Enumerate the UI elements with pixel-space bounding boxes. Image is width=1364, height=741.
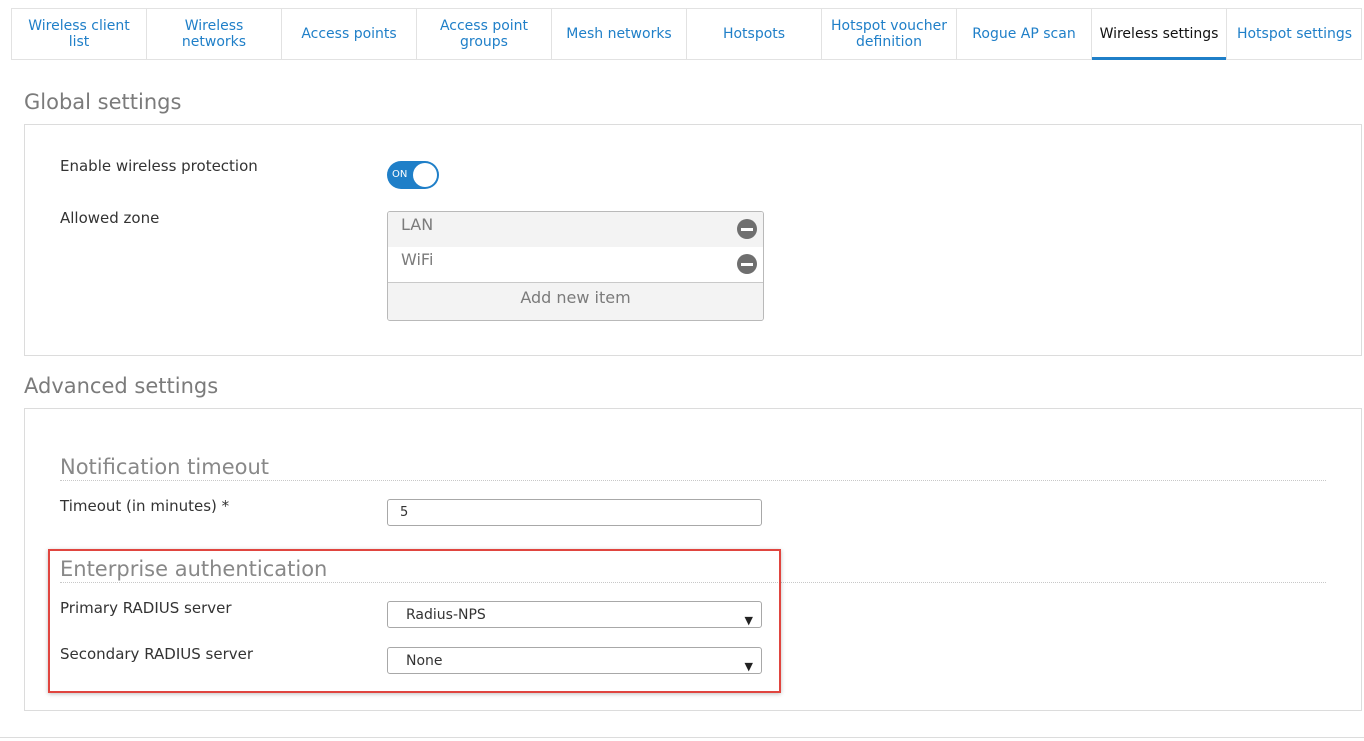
timeout-input[interactable]: 5 xyxy=(387,499,762,526)
timeout-label: Timeout (in minutes) * xyxy=(60,497,230,515)
tab-hotspot-voucher-definition[interactable]: Hotspot voucher definition xyxy=(822,9,957,59)
list-item: LAN xyxy=(388,212,763,247)
wireless-protection-toggle[interactable]: ON xyxy=(387,161,439,189)
tab-mesh-networks[interactable]: Mesh networks xyxy=(552,9,687,59)
global-settings-title: Global settings xyxy=(24,90,182,114)
allowed-zone-list: LAN WiFi Add new item xyxy=(387,211,764,321)
tab-wireless-client-list[interactable]: Wireless client list xyxy=(12,9,147,59)
enable-wireless-protection-label: Enable wireless protection xyxy=(60,157,258,175)
list-item: WiFi xyxy=(388,247,763,282)
tab-access-points[interactable]: Access points xyxy=(282,9,417,59)
tab-hotspot-settings[interactable]: Hotspot settings xyxy=(1227,9,1362,59)
tab-hotspots[interactable]: Hotspots xyxy=(687,9,822,59)
tab-bar: Wireless client list Wireless networks A… xyxy=(11,8,1362,60)
bottom-divider xyxy=(0,737,1364,738)
highlight-box xyxy=(48,549,781,693)
add-new-item-button[interactable]: Add new item xyxy=(388,282,763,320)
advanced-settings-title: Advanced settings xyxy=(24,374,219,398)
remove-icon[interactable] xyxy=(737,219,757,239)
tab-access-point-groups[interactable]: Access point groups xyxy=(417,9,552,59)
tab-wireless-networks[interactable]: Wireless networks xyxy=(147,9,282,59)
toggle-knob xyxy=(413,163,437,187)
divider xyxy=(60,480,1326,481)
allowed-zone-label: Allowed zone xyxy=(60,209,160,227)
tab-rogue-ap-scan[interactable]: Rogue AP scan xyxy=(957,9,1092,59)
zone-name: LAN xyxy=(401,215,434,234)
notification-timeout-heading: Notification timeout xyxy=(60,455,270,479)
zone-name: WiFi xyxy=(401,250,434,269)
tab-wireless-settings[interactable]: Wireless settings xyxy=(1092,9,1227,60)
remove-icon[interactable] xyxy=(737,254,757,274)
toggle-on-text: ON xyxy=(392,169,408,180)
